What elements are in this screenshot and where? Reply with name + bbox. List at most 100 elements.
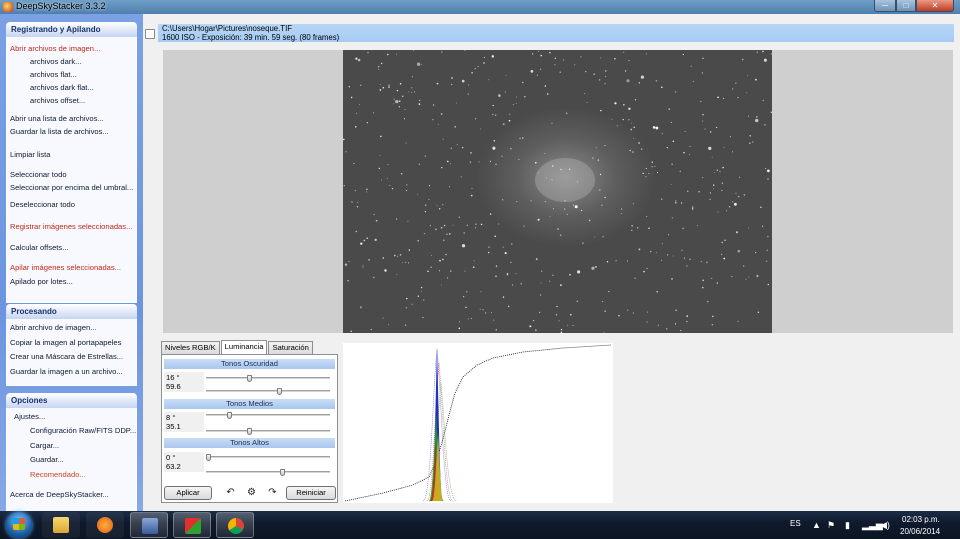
slider-thumb[interactable] bbox=[247, 375, 253, 382]
undo-icon[interactable]: ↶ bbox=[224, 487, 237, 499]
settings-icon[interactable]: ⚙ bbox=[245, 487, 258, 499]
taskbar-media-player[interactable] bbox=[86, 512, 124, 538]
mid-tones-angle-slider[interactable] bbox=[206, 412, 330, 419]
star bbox=[623, 51, 625, 53]
dark-tones-angle-slider[interactable] bbox=[206, 375, 330, 382]
menu-dark-files[interactable]: archivos dark... bbox=[30, 57, 82, 66]
star bbox=[472, 266, 475, 268]
star bbox=[344, 263, 348, 266]
taskbar-deepskystacker[interactable] bbox=[130, 512, 168, 538]
action-center-flag-icon[interactable]: ⚑ bbox=[827, 520, 835, 530]
redo-icon[interactable]: ↷ bbox=[266, 487, 279, 499]
star bbox=[721, 253, 723, 255]
star bbox=[626, 79, 630, 83]
star bbox=[393, 98, 395, 100]
menu-open-images[interactable]: Abrir archivos de imagen... bbox=[10, 44, 100, 53]
menu-save-image-file[interactable]: Guardar la imagen a un archivo... bbox=[10, 367, 123, 376]
star bbox=[645, 167, 647, 170]
astro-photo[interactable] bbox=[343, 50, 772, 333]
menu-save[interactable]: Guardar... bbox=[30, 455, 64, 464]
maximize-button[interactable]: □ bbox=[896, 0, 916, 12]
star bbox=[559, 71, 561, 73]
menu-compute-offsets[interactable]: Calcular offsets... bbox=[10, 243, 69, 252]
slider-thumb[interactable] bbox=[276, 388, 282, 395]
menu-deselect-all[interactable]: Deseleccionar todo bbox=[10, 200, 75, 209]
star bbox=[382, 257, 385, 259]
menu-select-threshold[interactable]: Seleccionar por encima del umbral... bbox=[10, 183, 133, 192]
star bbox=[648, 173, 650, 175]
close-button[interactable]: ✕ bbox=[916, 0, 954, 12]
clock-date[interactable]: 20/06/2014 bbox=[900, 527, 940, 536]
star bbox=[488, 251, 490, 254]
star bbox=[362, 264, 364, 266]
menu-load[interactable]: Cargar... bbox=[30, 441, 59, 450]
taskbar-chrome[interactable] bbox=[216, 512, 254, 538]
star bbox=[515, 273, 517, 275]
star bbox=[418, 103, 421, 105]
mid-tones-value-slider[interactable] bbox=[206, 428, 330, 435]
volume-icon[interactable]: ◀) bbox=[880, 520, 890, 530]
menu-dark-flat-files[interactable]: archivos dark flat... bbox=[30, 83, 94, 92]
language-indicator[interactable]: ES bbox=[790, 519, 801, 528]
star bbox=[638, 82, 640, 84]
star bbox=[671, 217, 673, 219]
menu-create-star-mask[interactable]: Crear una Máscara de Estrellas... bbox=[10, 352, 123, 361]
menu-open-image-file[interactable]: Abrir archivo de imagen... bbox=[10, 323, 97, 332]
group-header-registering[interactable]: Registrando y Apilando bbox=[6, 22, 137, 37]
slider-thumb[interactable] bbox=[247, 428, 253, 435]
group-header-processing[interactable]: Procesando bbox=[6, 304, 137, 319]
star bbox=[672, 255, 674, 257]
star bbox=[668, 234, 670, 236]
star bbox=[501, 155, 503, 157]
battery-icon[interactable]: ▮ bbox=[845, 520, 850, 530]
slider-thumb[interactable] bbox=[227, 412, 233, 419]
collapse-toggle-button[interactable] bbox=[145, 29, 155, 39]
menu-clear-list[interactable]: Limpiar lista bbox=[10, 150, 51, 159]
star bbox=[495, 265, 498, 267]
menu-select-all[interactable]: Seleccionar todo bbox=[10, 170, 67, 179]
star bbox=[741, 58, 744, 61]
clock-time[interactable]: 02:03 p.m. bbox=[902, 515, 940, 524]
star bbox=[504, 252, 507, 255]
slider-thumb[interactable] bbox=[280, 469, 286, 476]
taskbar-dss-live[interactable] bbox=[173, 512, 211, 538]
star bbox=[765, 260, 768, 262]
menu-offset-files[interactable]: archivos offset... bbox=[30, 96, 85, 105]
menu-flat-files[interactable]: archivos flat... bbox=[30, 70, 77, 79]
star bbox=[652, 126, 656, 129]
menu-batch-stacking[interactable]: Apilado por lotes... bbox=[10, 277, 73, 286]
tab-luminance[interactable]: Luminancia bbox=[220, 340, 268, 354]
high-tones-angle-slider[interactable] bbox=[206, 454, 330, 461]
taskbar-file-explorer[interactable] bbox=[42, 512, 80, 538]
start-orb[interactable] bbox=[6, 512, 32, 538]
slider-thumb[interactable] bbox=[206, 454, 211, 461]
menu-register-selected[interactable]: Registrar imágenes seleccionadas... bbox=[10, 222, 132, 231]
star bbox=[717, 211, 719, 213]
tab-rgb-levels[interactable]: Niveles RGB/K bbox=[161, 341, 220, 354]
star bbox=[711, 156, 713, 158]
star bbox=[355, 230, 357, 233]
menu-save-file-list[interactable]: Guardar la lista de archivos... bbox=[10, 127, 109, 136]
menu-settings[interactable]: Ajustes... bbox=[14, 412, 45, 421]
apply-button[interactable]: Aplicar bbox=[164, 486, 212, 500]
reset-button[interactable]: Reiniciar bbox=[286, 486, 336, 500]
group-header-options[interactable]: Opciones bbox=[6, 393, 137, 408]
star bbox=[429, 224, 431, 227]
star bbox=[755, 78, 757, 81]
menu-stack-selected[interactable]: Apilar imágenes seleccionadas... bbox=[10, 263, 121, 272]
menu-raw-fits-ddp[interactable]: Configuración Raw/FITS DDP... bbox=[30, 426, 136, 435]
menu-recommended[interactable]: Recomendado... bbox=[30, 470, 86, 479]
image-view[interactable] bbox=[163, 50, 953, 333]
minimize-button[interactable]: ─ bbox=[874, 0, 896, 12]
menu-open-file-list[interactable]: Abrir una lista de archivos... bbox=[10, 114, 104, 123]
tray-arrow-icon[interactable]: ▲ bbox=[812, 520, 821, 530]
menu-about[interactable]: Acerca de DeepSkyStacker... bbox=[10, 490, 109, 499]
star bbox=[728, 206, 731, 208]
high-tones-value-slider[interactable] bbox=[206, 469, 330, 476]
menu-copy-clipboard[interactable]: Copiar la imagen al portapapeles bbox=[10, 338, 121, 347]
dark-tones-value-slider[interactable] bbox=[206, 388, 330, 395]
star bbox=[603, 331, 605, 333]
histogram[interactable] bbox=[343, 343, 613, 503]
tab-saturation[interactable]: Saturación bbox=[268, 341, 313, 354]
star bbox=[721, 189, 723, 192]
